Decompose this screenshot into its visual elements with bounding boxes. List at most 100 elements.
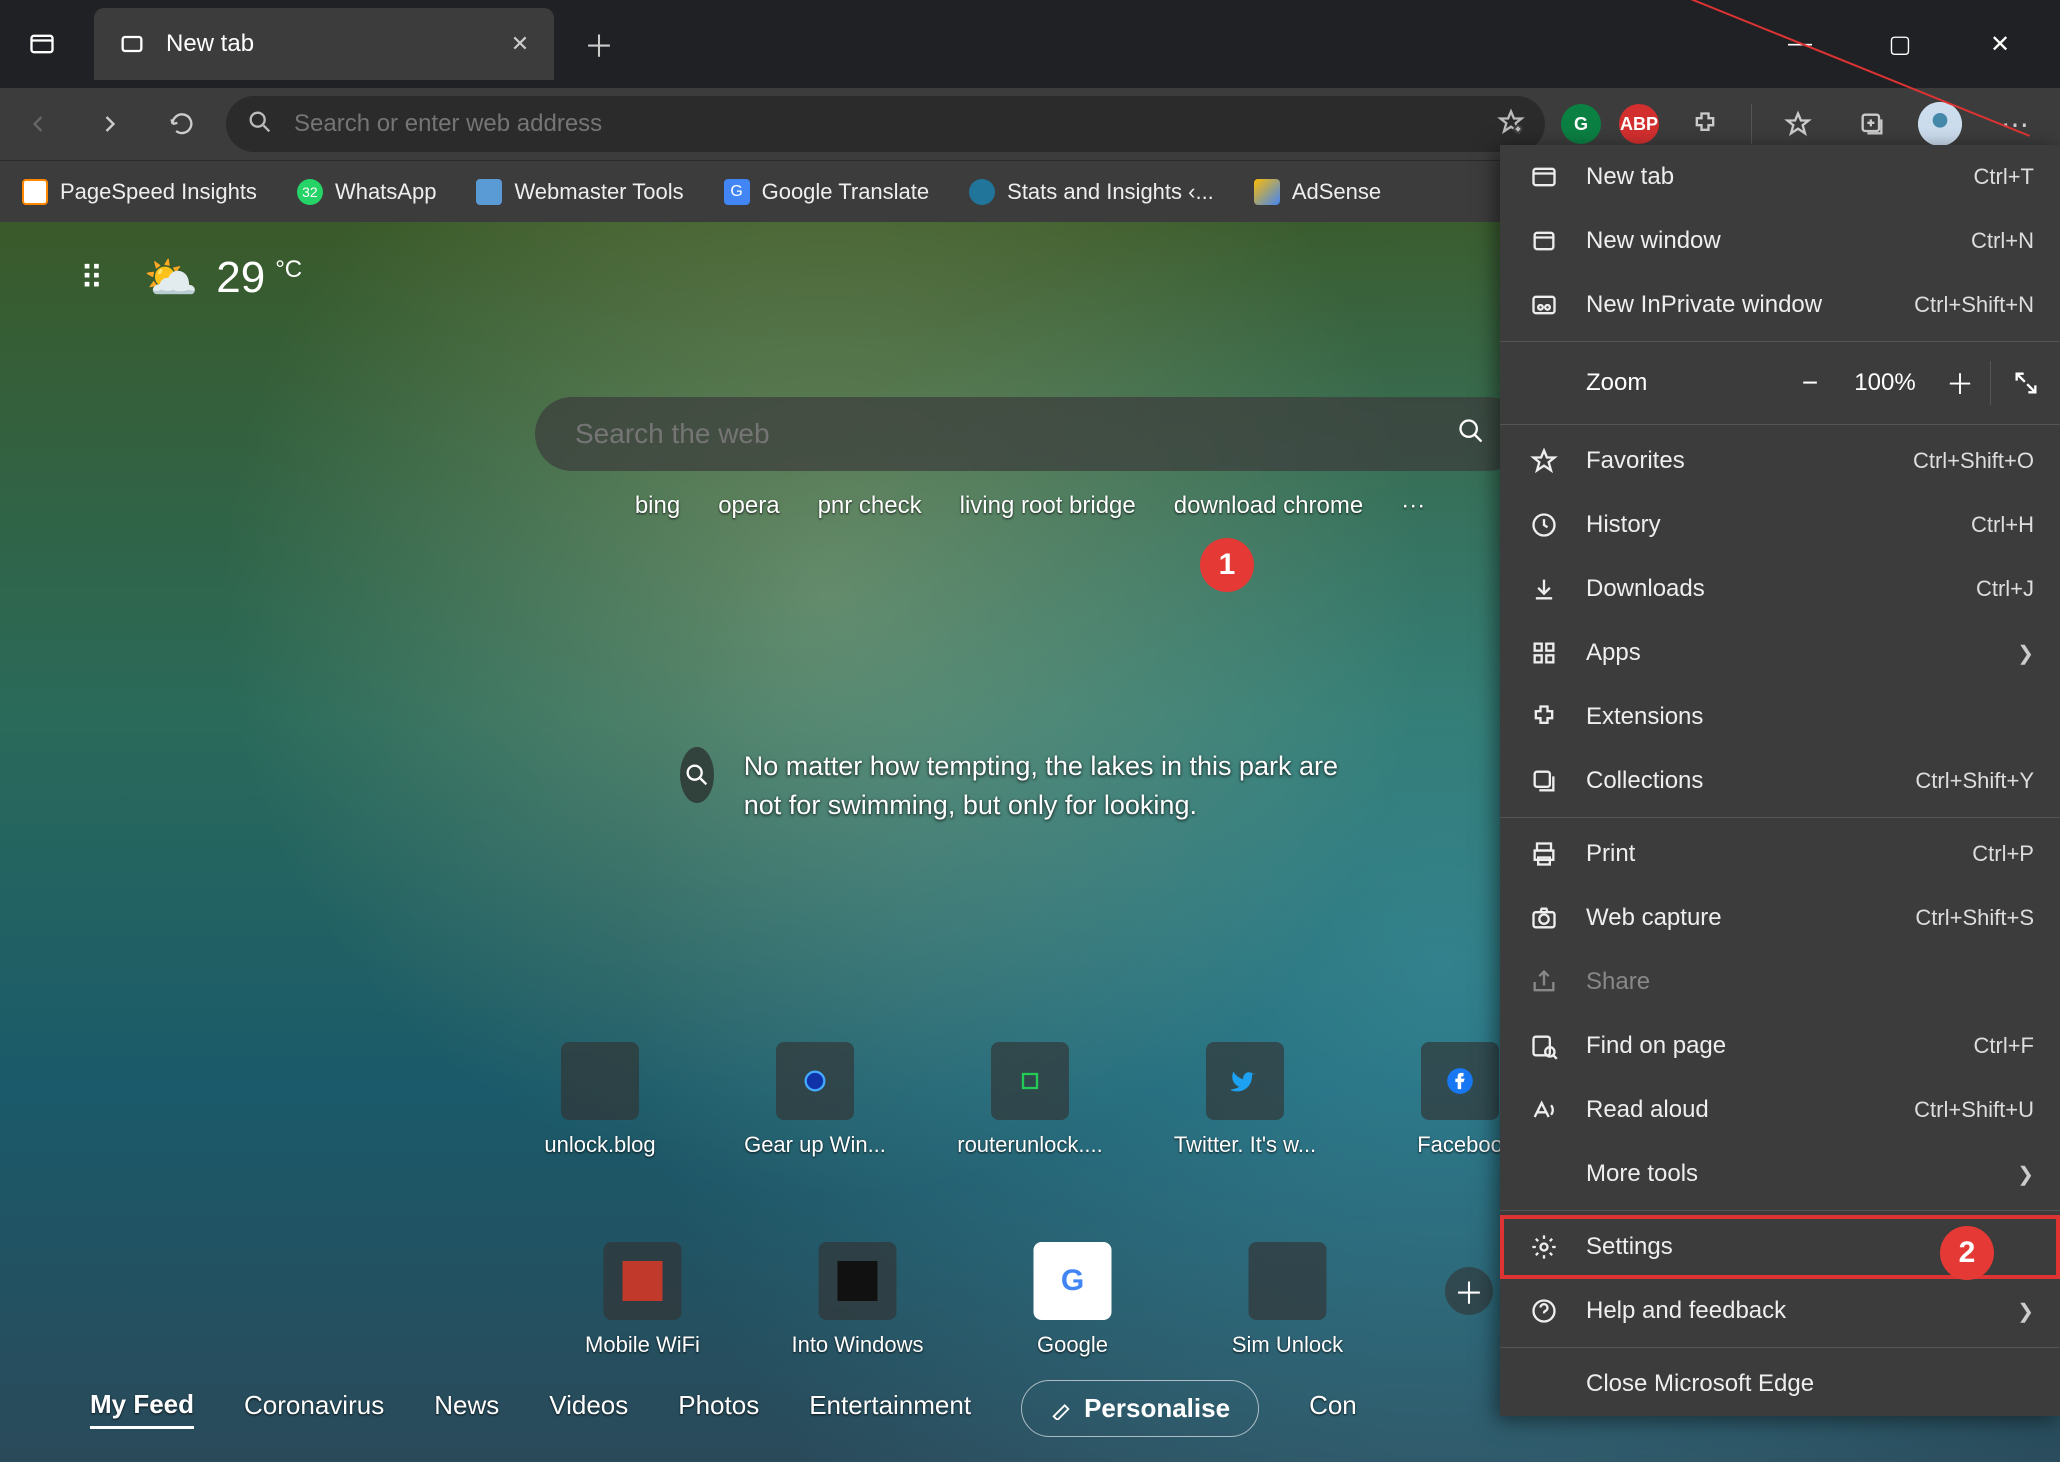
bookmark-item[interactable]: GGoogle Translate (724, 179, 930, 205)
quick-link-tile[interactable]: Faceboo (1420, 1042, 1500, 1158)
quick-link-tile[interactable]: unlock.blog (560, 1042, 640, 1158)
collections-icon (1526, 767, 1562, 795)
feed-tab[interactable]: Coronavirus (244, 1390, 384, 1427)
suggestion-link[interactable]: pnr check (818, 492, 922, 520)
abp-ext-icon[interactable]: ABP (1619, 104, 1659, 144)
quick-link-tile[interactable]: Into Windows (818, 1242, 898, 1358)
feed-tab[interactable]: Photos (678, 1390, 759, 1427)
menu-new-window[interactable]: New windowCtrl+N (1500, 209, 2060, 273)
download-icon (1526, 575, 1562, 603)
menu-print[interactable]: PrintCtrl+P (1500, 822, 2060, 886)
page-settings-icon[interactable]: ⠿ (80, 259, 103, 297)
zoom-in-button[interactable]: ＋ (1930, 363, 1990, 403)
search-suggestions: bing opera pnr check living root bridge … (635, 492, 1425, 520)
suggestion-link[interactable]: bing (635, 492, 680, 520)
suggestion-link[interactable]: opera (718, 492, 779, 520)
menu-collections[interactable]: CollectionsCtrl+Shift+Y (1500, 749, 2060, 813)
zoom-out-button[interactable]: − (1780, 367, 1840, 399)
more-menu-button[interactable]: ⋯ (1980, 96, 2050, 152)
quick-link-tile[interactable]: Mobile WiFi (603, 1242, 683, 1358)
menu-favorites[interactable]: FavoritesCtrl+Shift+O (1500, 429, 2060, 493)
personalise-button[interactable]: Personalise (1021, 1380, 1259, 1437)
extensions-button[interactable] (1677, 96, 1733, 152)
annotation-badge-2: 2 (1940, 1226, 1994, 1280)
new-tab-button[interactable]: ＋ (574, 19, 624, 69)
bookmark-item[interactable]: Stats and Insights ‹... (969, 179, 1214, 205)
menu-extensions[interactable]: Extensions (1500, 685, 2060, 749)
quick-link-tile[interactable]: Twitter. It's w... (1205, 1042, 1285, 1158)
new-tab-icon (1526, 163, 1562, 191)
weather-widget[interactable]: ⛅ 29 °C (143, 252, 302, 304)
quick-link-tile[interactable]: routerunlock.... (990, 1042, 1070, 1158)
feed-tab[interactable]: Con (1309, 1390, 1357, 1427)
menu-new-inprivate[interactable]: New InPrivate windowCtrl+Shift+N (1500, 273, 2060, 337)
quick-link-tile[interactable]: Sim Unlock (1248, 1242, 1328, 1358)
profile-avatar[interactable] (1918, 102, 1962, 146)
menu-help[interactable]: Help and feedback❯ (1500, 1279, 2060, 1343)
fullscreen-button[interactable] (1990, 361, 2060, 405)
tab-actions-button[interactable] (10, 12, 74, 76)
bookmark-item[interactable]: Webmaster Tools (476, 179, 683, 205)
menu-web-capture[interactable]: Web captureCtrl+Shift+S (1500, 886, 2060, 950)
active-tab[interactable]: New tab ✕ (94, 8, 554, 80)
gear-icon (1526, 1233, 1562, 1261)
titlebar: New tab ✕ ＋ — ▢ ✕ (0, 0, 2060, 88)
menu-separator (1500, 817, 2060, 818)
annotation-badge-1: 1 (1200, 538, 1254, 592)
address-input[interactable] (294, 110, 1497, 138)
apps-icon (1526, 639, 1562, 667)
chevron-right-icon: ❯ (2017, 1299, 2034, 1324)
suggestion-more[interactable]: ··· (1401, 492, 1425, 520)
quick-link-tile[interactable]: GGoogle (1033, 1242, 1113, 1358)
close-tab-button[interactable]: ✕ (506, 30, 534, 58)
camera-icon (1526, 904, 1562, 932)
help-icon (1526, 1297, 1562, 1325)
ntp-search-box[interactable] (535, 397, 1525, 471)
grammarly-ext-icon[interactable]: G (1561, 104, 1601, 144)
quick-link-tile[interactable]: Gear up Win... (775, 1042, 855, 1158)
feed-tab[interactable]: My Feed (90, 1389, 194, 1429)
add-favorite-icon[interactable] (1497, 108, 1525, 141)
menu-apps[interactable]: Apps❯ (1500, 621, 2060, 685)
bookmark-item[interactable]: PageSpeed Insights (22, 179, 257, 205)
menu-separator (1500, 341, 2060, 342)
chevron-right-icon: ❯ (2017, 641, 2034, 666)
background-info: No matter how tempting, the lakes in thi… (680, 747, 1380, 825)
favorites-button[interactable] (1770, 96, 1826, 152)
window-icon (1526, 227, 1562, 255)
collections-button[interactable] (1844, 96, 1900, 152)
ntp-search-input[interactable] (575, 418, 1457, 450)
menu-downloads[interactable]: DownloadsCtrl+J (1500, 557, 2060, 621)
menu-more-tools[interactable]: More tools❯ (1500, 1142, 2060, 1206)
menu-separator (1500, 1347, 2060, 1348)
close-window-button[interactable]: ✕ (1970, 30, 2030, 59)
feed-tab[interactable]: Entertainment (809, 1390, 971, 1427)
menu-find[interactable]: Find on pageCtrl+F (1500, 1014, 2060, 1078)
chevron-right-icon: ❯ (2017, 1162, 2034, 1187)
suggestion-link[interactable]: living root bridge (960, 492, 1136, 520)
star-icon (1526, 447, 1562, 475)
feed-tab[interactable]: Videos (549, 1390, 628, 1427)
bookmark-item[interactable]: AdSense (1254, 179, 1381, 205)
refresh-button[interactable] (154, 96, 210, 152)
menu-history[interactable]: HistoryCtrl+H (1500, 493, 2060, 557)
suggestion-link[interactable]: download chrome (1174, 492, 1363, 520)
zoom-value: 100% (1840, 369, 1930, 397)
add-quick-link-button[interactable]: ＋ (1445, 1267, 1493, 1315)
menu-share: Share (1500, 950, 2060, 1014)
search-icon[interactable] (1457, 417, 1485, 452)
trivia-text: No matter how tempting, the lakes in thi… (744, 747, 1380, 825)
back-button[interactable] (10, 96, 66, 152)
menu-separator (1500, 1210, 2060, 1211)
search-icon[interactable] (680, 747, 714, 803)
find-icon (1526, 1032, 1562, 1060)
menu-read-aloud[interactable]: Read aloudCtrl+Shift+U (1500, 1078, 2060, 1142)
maximize-button[interactable]: ▢ (1870, 30, 1930, 59)
address-bar[interactable] (226, 96, 1545, 152)
forward-button[interactable] (82, 96, 138, 152)
search-icon (246, 108, 274, 141)
menu-new-tab[interactable]: New tabCtrl+T (1500, 145, 2060, 209)
feed-tab[interactable]: News (434, 1390, 499, 1427)
bookmark-item[interactable]: 32WhatsApp (297, 179, 437, 205)
menu-close-edge[interactable]: Close Microsoft Edge (1500, 1352, 2060, 1416)
